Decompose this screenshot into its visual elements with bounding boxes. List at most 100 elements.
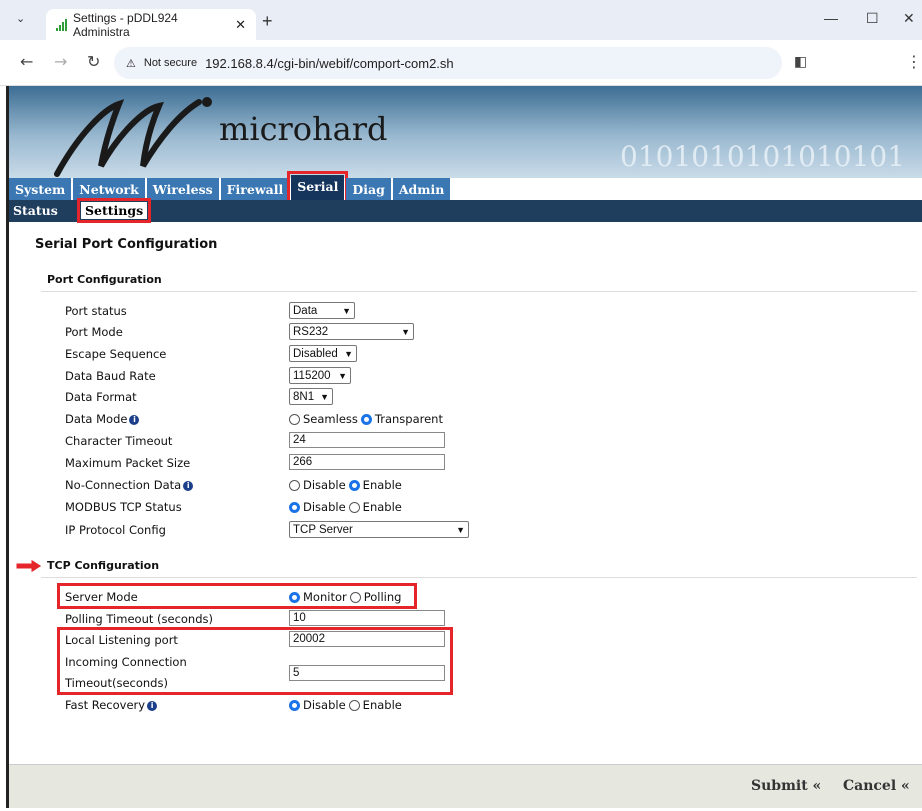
modbus-enable-label: Enable (362, 500, 402, 514)
binary-decoration: 0101010101010101 (620, 140, 905, 173)
menu-dots-icon[interactable]: ⋮ (906, 52, 922, 71)
warning-icon: ⚠ (126, 57, 136, 70)
modbus-disable-radio[interactable] (289, 501, 300, 513)
transparent-radio[interactable] (360, 413, 372, 425)
char-timeout-input[interactable]: 24 (289, 432, 445, 448)
menu-admin[interactable]: Admin (392, 178, 451, 200)
maximize-icon[interactable]: ☐ (866, 10, 879, 27)
divider (41, 291, 917, 292)
data-mode-label: Data Mode i (65, 412, 140, 426)
port-status-label: Port status (65, 304, 127, 318)
data-format-select[interactable]: 8N1 ▼ (289, 388, 333, 405)
chevron-down-icon: ▼ (320, 391, 329, 402)
web-page: microhard 0101010101010101 System Networ… (6, 86, 922, 808)
info-icon: i (129, 415, 140, 425)
reload-icon[interactable]: ↻ (87, 52, 100, 71)
incoming-label-1: Incoming Connection (65, 655, 187, 669)
modbus-disable-label: Disable (303, 500, 346, 514)
fast-enable-radio[interactable] (348, 699, 360, 711)
close-window-icon[interactable]: ✕ (903, 10, 915, 27)
listen-port-input[interactable]: 20002 (289, 631, 445, 647)
chevron-down-icon: ▼ (344, 348, 353, 359)
menu-wireless[interactable]: Wireless (146, 178, 219, 200)
forward-icon[interactable]: → (54, 52, 67, 71)
form-footer: Submit « Cancel « (9, 764, 922, 808)
sub-menu: Status Settings (9, 198, 922, 223)
submenu-settings[interactable]: Settings (76, 198, 152, 223)
port-config-heading: Port Configuration (47, 273, 162, 286)
submenu-status[interactable]: Status (13, 203, 58, 218)
submit-button[interactable]: Submit « (751, 778, 821, 794)
fast-recovery-label: Fast Recovery i (65, 698, 158, 712)
port-mode-select[interactable]: RS232 ▼ (289, 323, 414, 340)
escape-sequence-select[interactable]: Disabled ▼ (289, 345, 357, 362)
tcp-config-heading: TCP Configuration (47, 559, 160, 572)
menu-serial[interactable]: Serial (287, 171, 349, 204)
modbus-enable-radio[interactable] (348, 501, 360, 513)
noconn-enable-label: Enable (362, 478, 402, 492)
max-packet-label: Maximum Packet Size (65, 456, 191, 470)
logo-text: microhard (219, 110, 388, 148)
divider (41, 577, 917, 578)
sidepanel-icon[interactable]: ◧ (794, 54, 807, 70)
noconn-enable-radio[interactable] (348, 479, 360, 491)
close-tab-icon[interactable]: ✕ (235, 17, 246, 33)
browser-tab-bar: ⌄ Settings - pDDL924 Administra ✕ + — ☐ … (0, 0, 922, 40)
polling-radio[interactable] (349, 591, 361, 603)
chevron-down-icon: ▼ (338, 370, 347, 381)
transparent-label: Transparent (374, 412, 443, 426)
main-menu: System Network Wireless Firewall Serial … (9, 171, 452, 204)
monitor-label: Monitor (303, 590, 347, 604)
escape-sequence-label: Escape Sequence (65, 347, 167, 361)
page-title: Serial Port Configuration (35, 237, 218, 252)
data-format-label: Data Format (65, 390, 137, 404)
ip-protocol-label: IP Protocol Config (65, 523, 166, 537)
polling-label: Polling (363, 590, 402, 604)
microhard-logo-icon (54, 97, 212, 177)
menu-system[interactable]: System (9, 178, 72, 200)
info-icon: i (183, 481, 194, 491)
port-mode-label: Port Mode (65, 325, 123, 339)
menu-diag[interactable]: Diag (346, 178, 391, 200)
incoming-label-2: Timeout(seconds) (65, 676, 168, 690)
baud-rate-label: Data Baud Rate (65, 369, 156, 383)
address-bar: ← → ↻ ⚠ Not secure 192.168.8.4/cgi-bin/w… (0, 40, 922, 86)
tab-title: Settings - pDDL924 Administra (73, 10, 178, 39)
ip-protocol-select[interactable]: TCP Server ▼ (289, 521, 469, 538)
noconn-disable-radio[interactable] (289, 479, 300, 491)
modbus-label: MODBUS TCP Status (65, 500, 182, 514)
seamless-label: Seamless (303, 412, 358, 426)
incoming-timeout-input[interactable]: 5 (289, 665, 445, 681)
noconn-disable-label: Disable (303, 478, 346, 492)
menu-firewall[interactable]: Firewall (220, 178, 290, 200)
fast-disable-label: Disable (303, 698, 346, 712)
fast-enable-label: Enable (362, 698, 402, 712)
signal-favicon-icon (56, 18, 67, 31)
info-icon: i (147, 701, 158, 711)
max-packet-input[interactable]: 266 (289, 454, 445, 470)
header-banner: microhard 0101010101010101 (9, 86, 922, 178)
security-label: Not secure (143, 57, 198, 69)
fast-disable-radio[interactable] (289, 699, 300, 711)
svg-text:0101010101010101: 0101010101010101 (620, 140, 905, 173)
port-status-select[interactable]: Data ▼ (289, 302, 355, 319)
chevron-down-icon: ▼ (456, 524, 465, 535)
back-icon[interactable]: ← (20, 52, 33, 71)
monitor-radio[interactable] (289, 591, 300, 603)
server-mode-label: Server Mode (65, 590, 138, 604)
new-tab-icon[interactable]: + (262, 11, 273, 32)
baud-rate-select[interactable]: 115200 ▼ (289, 367, 351, 384)
noconn-label: No-Connection Data i (65, 478, 194, 492)
polling-timeout-input[interactable]: 10 (289, 610, 445, 626)
browser-tab[interactable]: Settings - pDDL924 Administra ✕ (46, 9, 256, 40)
cancel-button[interactable]: Cancel « (843, 778, 910, 794)
polling-timeout-label: Polling Timeout (seconds) (65, 612, 214, 626)
menu-network[interactable]: Network (73, 178, 145, 200)
char-timeout-label: Character Timeout (65, 434, 173, 448)
minimize-icon[interactable]: — (824, 10, 838, 26)
url-field[interactable]: ⚠ Not secure 192.168.8.4/cgi-bin/webif/c… (114, 47, 782, 79)
url-text: 192.168.8.4/cgi-bin/webif/comport-com2.s… (205, 55, 454, 71)
seamless-radio[interactable] (289, 413, 300, 425)
chevron-down-icon: ▼ (401, 326, 410, 337)
tab-list-chevron-icon[interactable]: ⌄ (16, 12, 25, 25)
